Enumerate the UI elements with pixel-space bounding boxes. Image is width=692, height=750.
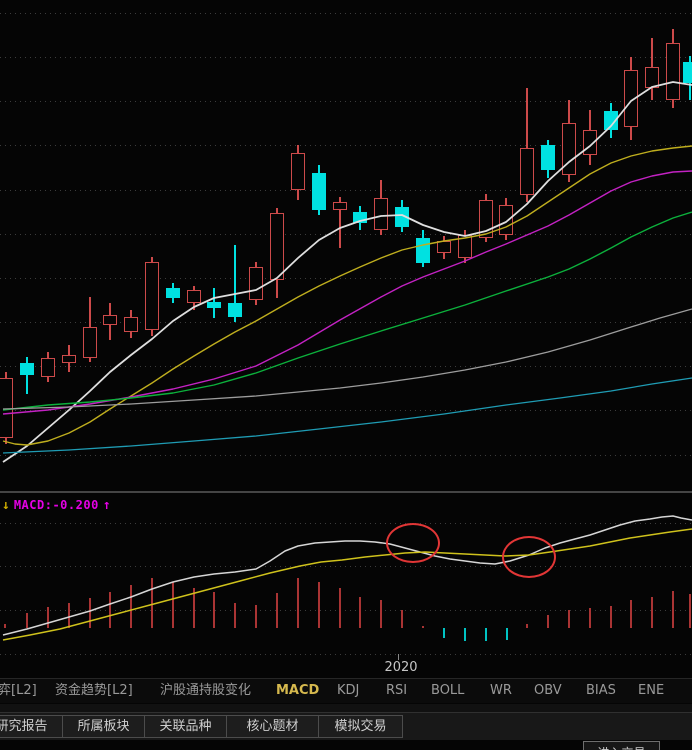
panel-splitter[interactable] bbox=[0, 704, 692, 712]
macd-indicator-panel[interactable] bbox=[0, 494, 692, 660]
indicator-tab-boll[interactable]: BOLL bbox=[431, 679, 464, 703]
indicator-tab-wr[interactable]: WR bbox=[490, 679, 512, 703]
stock-chart-window: ↓ MACD:-0.200 ↑ 2020 弈[L2] 资金趋势[L2] 沪股通持股变… bbox=[0, 0, 692, 750]
macd-value-label: MACD:-0.200 bbox=[13, 498, 99, 512]
function-tab-1[interactable]: 所属板块 bbox=[62, 715, 145, 738]
indicator-tab-kdj[interactable]: KDJ bbox=[337, 679, 359, 703]
indicator-tab-macd[interactable]: MACD bbox=[276, 679, 319, 703]
indicator-tab-l2[interactable]: 弈[L2] bbox=[0, 679, 37, 703]
function-tab-3[interactable]: 核心题材 bbox=[226, 715, 319, 738]
indicator-tab-rsi[interactable]: RSI bbox=[386, 679, 407, 703]
function-tab-0[interactable]: 研究报告 bbox=[0, 715, 63, 738]
macd-up-arrow-icon: ↑ bbox=[102, 497, 111, 513]
function-tab-bar: 研究报告 所属板块 关联品种 核心题材 模拟交易 bbox=[0, 712, 692, 740]
indicator-tab-bar: 弈[L2] 资金趋势[L2] 沪股通持股变化 MACD KDJ RSI BOLL WR OBV B… bbox=[0, 678, 692, 703]
function-tab-2[interactable]: 关联品种 bbox=[144, 715, 227, 738]
indicator-down-arrow-icon: ↓ bbox=[2, 497, 10, 513]
date-axis-label: 2020 bbox=[384, 660, 418, 675]
indicator-tab-idx2[interactable]: 沪股通持股变化 bbox=[160, 679, 251, 703]
candlestick-chart[interactable] bbox=[0, 0, 692, 491]
indicator-tab-obv[interactable]: OBV bbox=[534, 679, 562, 703]
macd-info-row: ↓ MACD:-0.200 ↑ bbox=[2, 497, 111, 513]
indicator-tab-bias[interactable]: BIAS bbox=[586, 679, 616, 703]
date-axis: 2020 bbox=[0, 659, 692, 678]
panel-divider[interactable] bbox=[0, 491, 692, 493]
enter-trade-button[interactable]: 进入交易 bbox=[583, 741, 660, 750]
indicator-tab-l2[interactable]: 资金趋势[L2] bbox=[55, 679, 133, 703]
indicator-tab-ene[interactable]: ENE bbox=[638, 679, 664, 703]
function-tab-4[interactable]: 模拟交易 bbox=[318, 715, 403, 738]
